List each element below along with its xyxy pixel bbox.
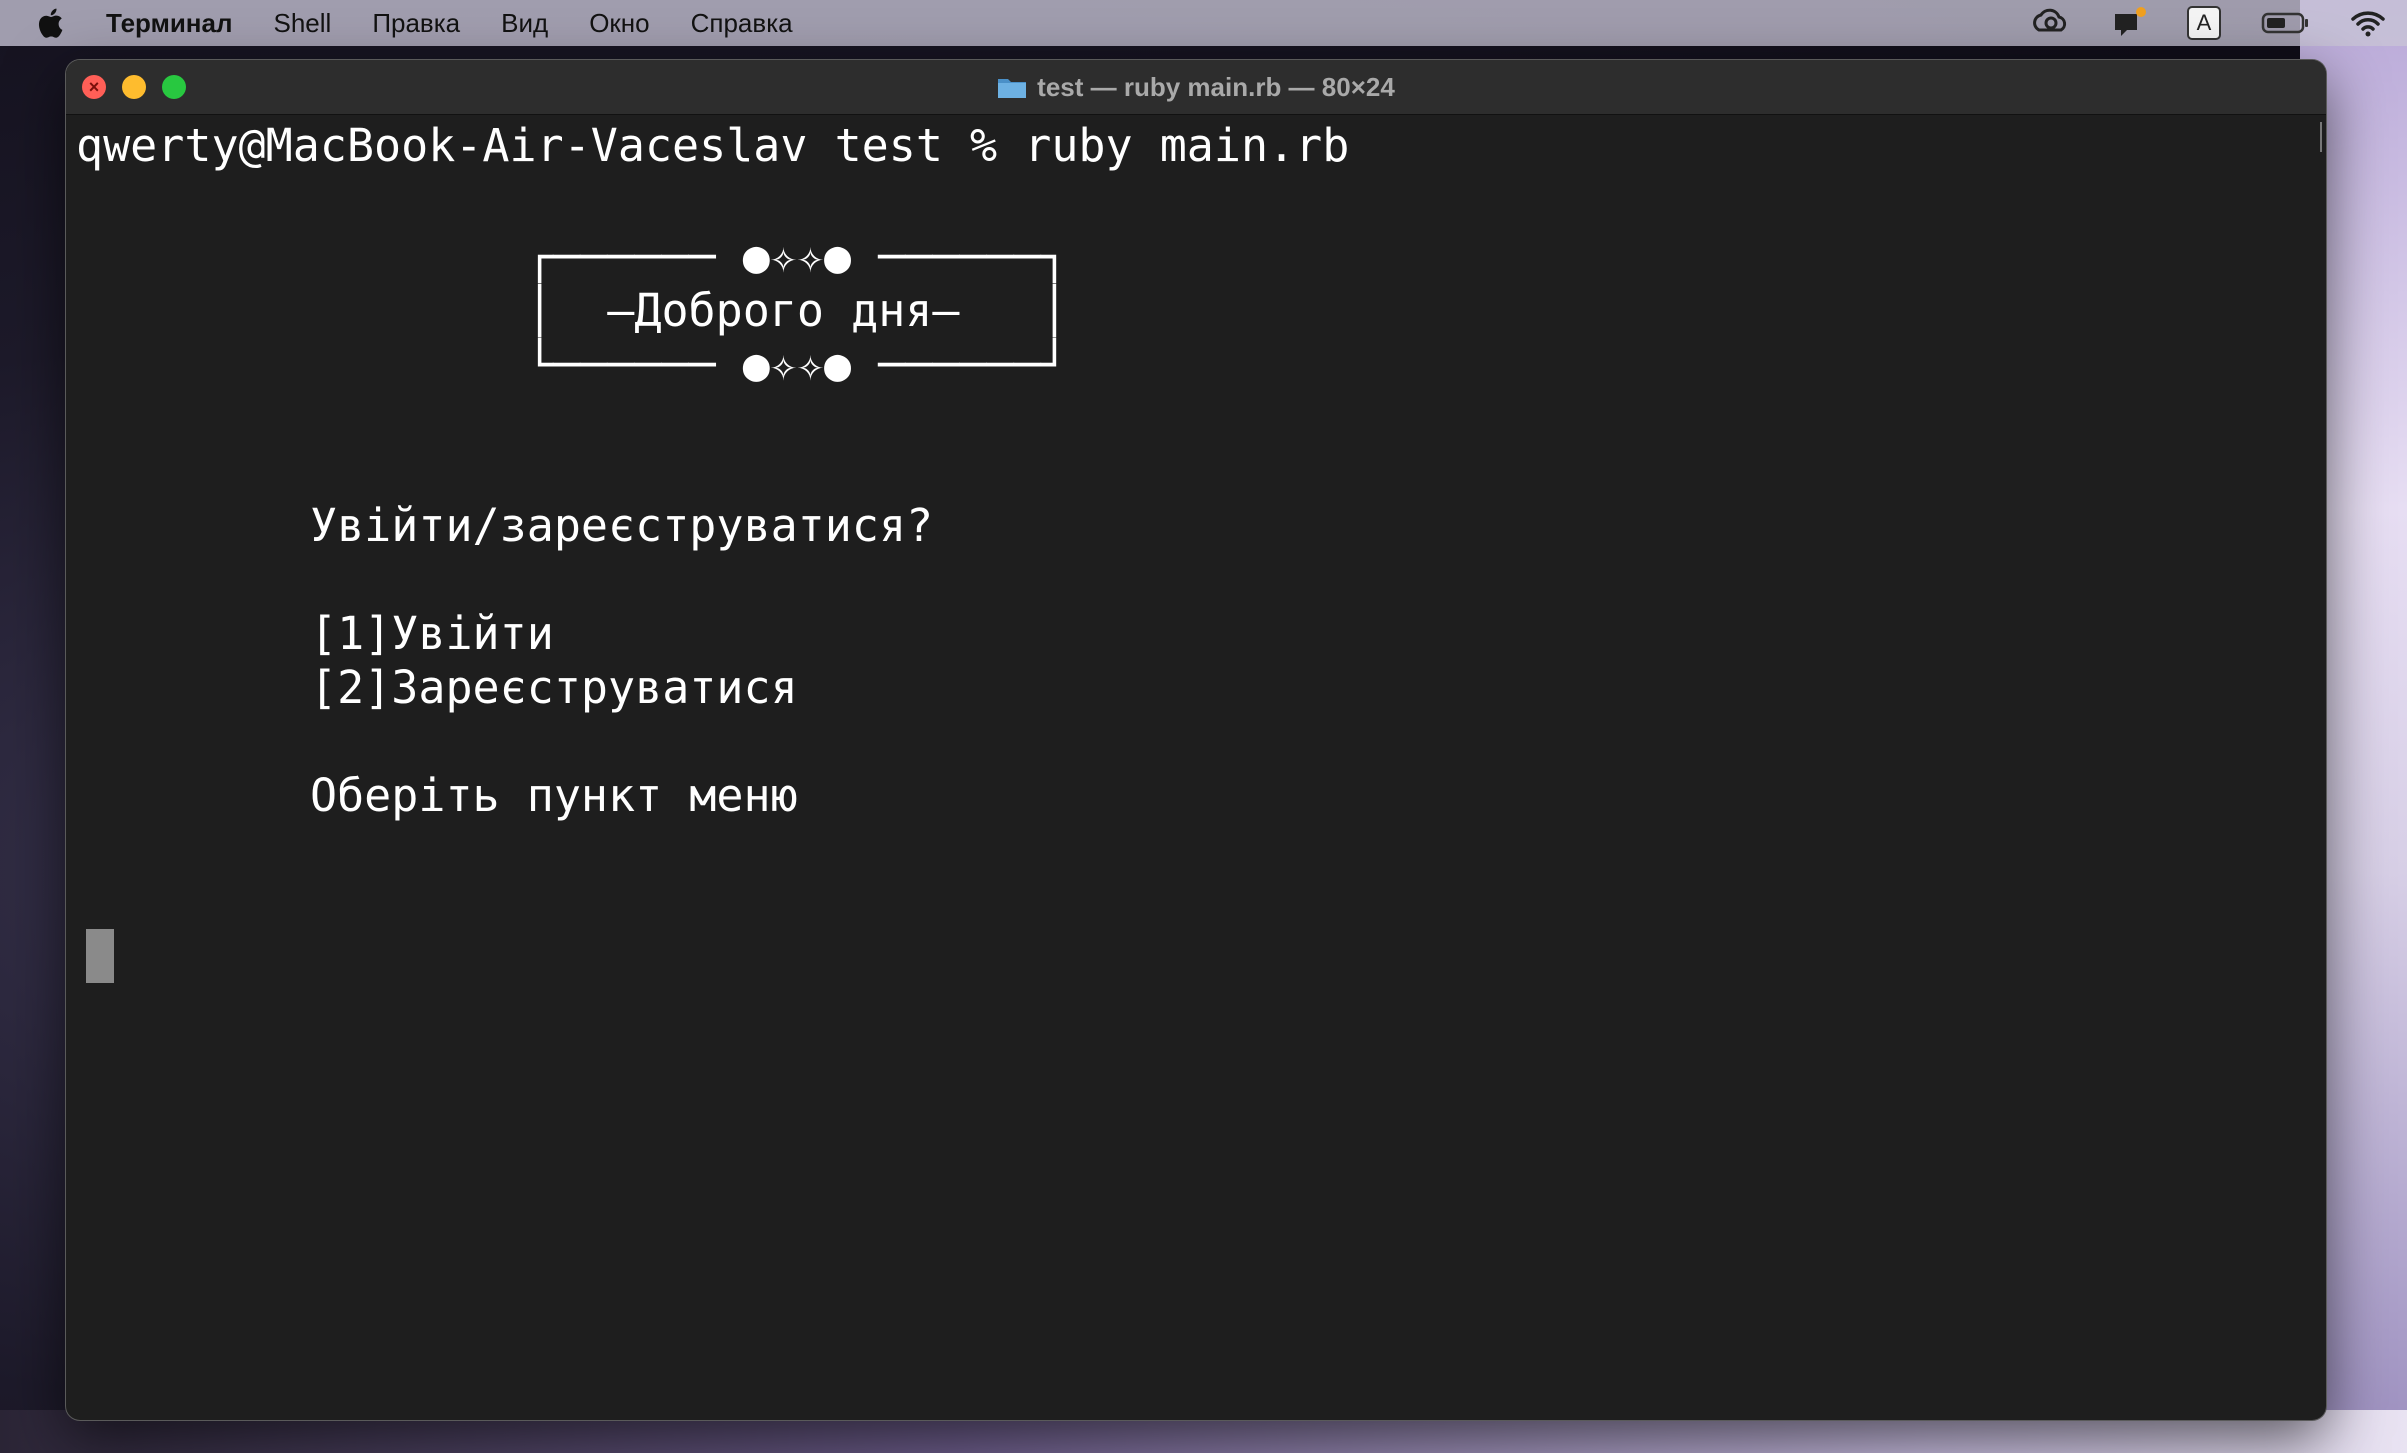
menu-terminal[interactable]: Терминал [106, 8, 232, 39]
input-source-icon[interactable]: A [2187, 6, 2221, 40]
window-title: test — ruby main.rb — 80×24 [1037, 71, 1395, 102]
wifi-icon[interactable] [2351, 9, 2385, 37]
menu-window[interactable]: Окно [589, 8, 649, 39]
creative-cloud-icon[interactable] [2031, 8, 2071, 38]
terminal-window: × test — ruby main.rb — 80×24 qwerty@Mac… [66, 60, 2326, 1420]
battery-icon[interactable] [2261, 10, 2311, 36]
menu-bar: Терминал Shell Правка Вид Окно Справка A [0, 0, 2407, 46]
apple-logo-icon[interactable] [34, 5, 70, 41]
terminal-cursor [86, 929, 114, 983]
menu-bar-tray: A [2031, 0, 2407, 46]
menu-instruction: Оберіть пункт меню [310, 769, 798, 822]
menu-shell[interactable]: Shell [273, 8, 331, 39]
folder-icon [998, 79, 1027, 98]
window-titlebar[interactable]: × test — ruby main.rb — 80×24 [66, 60, 2326, 115]
scrollbar-marker[interactable] [2320, 122, 2322, 152]
menu-help[interactable]: Справка [691, 8, 793, 39]
menu-option-login: [1]Увійти [310, 607, 554, 660]
menu-edit[interactable]: Правка [372, 8, 460, 39]
menu-option-register: [2]Зареєструватися [310, 661, 798, 714]
notification-icon[interactable] [2111, 6, 2147, 40]
terminal-content[interactable]: qwerty@MacBook-Air-Vaceslav test % ruby … [76, 114, 2316, 1410]
command-prompt-line: qwerty@MacBook-Air-Vaceslav test % ruby … [76, 119, 1350, 172]
menu-question: Увійти/зареєструватися? [310, 499, 934, 552]
window-title-group: test — ruby main.rb — 80×24 [66, 60, 2326, 114]
banner-bottom: └────── ●✧✧● ──────┘ [526, 338, 1068, 391]
menu-view[interactable]: Вид [501, 8, 548, 39]
banner-greeting: │ –Доброго дня– │ [526, 284, 1068, 337]
banner-top: ┌────── ●✧✧● ──────┐ [526, 230, 1068, 283]
